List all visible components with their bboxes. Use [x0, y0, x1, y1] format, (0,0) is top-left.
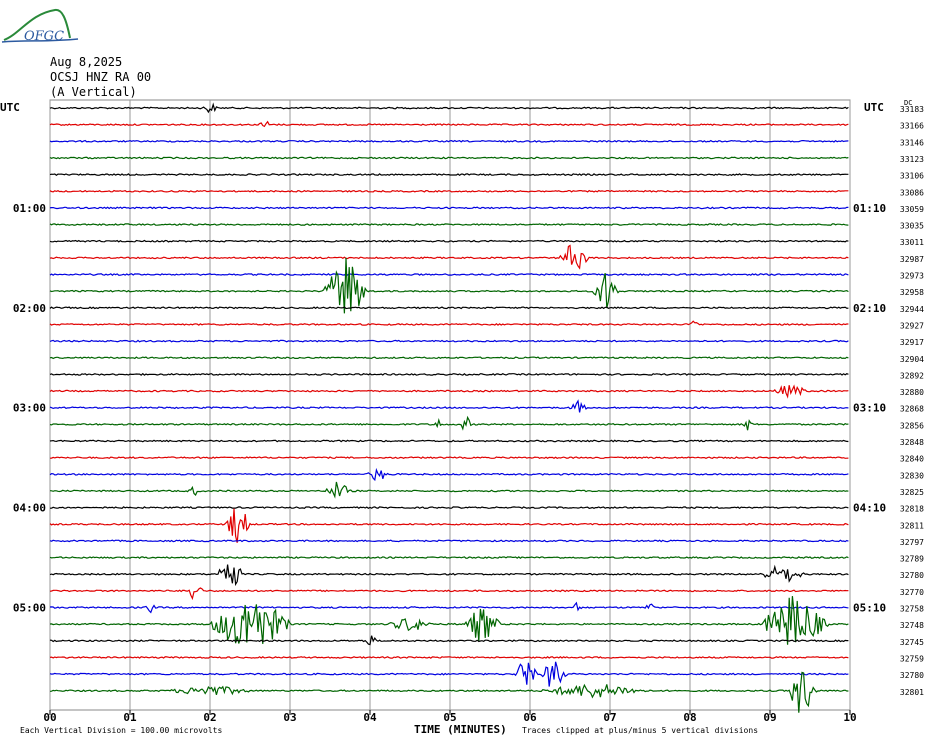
dc-offset-label: 32758: [900, 605, 924, 614]
right-time-label: 04:10: [853, 502, 886, 515]
seismic-trace: [49, 339, 849, 343]
seismic-trace: [49, 372, 849, 376]
dc-offset-label: 32770: [900, 588, 924, 597]
dc-offset-label: 32973: [900, 272, 924, 281]
seismic-trace: [49, 467, 849, 482]
seismic-trace: [49, 223, 849, 226]
left-time-label: 04:00: [13, 502, 46, 515]
seismic-trace: [49, 635, 849, 646]
logo-text: OFGC: [24, 29, 64, 44]
left-utc-label: UTC: [0, 101, 20, 114]
dc-offset-label: 33035: [900, 222, 924, 231]
dc-offset-label: 32745: [900, 638, 924, 647]
dc-offset-label: 32892: [900, 371, 924, 380]
dc-offset-label: 32848: [900, 438, 924, 447]
dc-offset-label: 32917: [900, 338, 924, 347]
x-tick-label: 04: [363, 711, 377, 724]
seismic-trace: [49, 173, 849, 177]
dc-offset-label: 32904: [900, 355, 924, 364]
x-tick-label: 01: [123, 711, 137, 724]
seismic-trace: [49, 596, 849, 645]
right-time-label: 03:10: [853, 402, 886, 415]
right-time-label: 01:10: [853, 202, 886, 215]
dc-offset-label: 33146: [900, 138, 924, 147]
x-tick-label: 06: [523, 711, 537, 724]
dc-offset-label: 33166: [900, 122, 924, 131]
dc-offset-label: 32880: [900, 388, 924, 397]
dc-offset-label: 32780: [900, 671, 924, 680]
seismic-trace: [49, 273, 849, 276]
dc-offset-label: 32818: [900, 505, 924, 514]
dc-offset-label: 32840: [900, 455, 924, 464]
seismic-trace: [49, 120, 849, 128]
seismic-trace: [49, 564, 849, 587]
dc-offset-label: 32987: [900, 255, 924, 264]
dc-offset-label: 32830: [900, 471, 924, 480]
x-tick-label: 08: [683, 711, 696, 724]
seismic-trace: [49, 206, 849, 210]
seismic-trace: [49, 356, 849, 360]
dc-offset-label: 32944: [900, 305, 924, 314]
left-time-label: 05:00: [13, 602, 46, 615]
dc-offset-label: 33106: [900, 172, 924, 181]
left-time-label: 02:00: [13, 302, 46, 315]
dc-offset-label: 32856: [900, 421, 924, 430]
dc-offset-label: 32801: [900, 688, 924, 697]
seismic-trace: [49, 320, 849, 326]
dc-offset-label: 33011: [900, 238, 924, 247]
dc-corner-label: DC: [904, 99, 912, 107]
seismic-trace: [49, 601, 849, 614]
seismic-trace: [49, 656, 849, 659]
seismic-trace: [49, 244, 849, 270]
seismic-trace: [49, 399, 849, 413]
dc-offset-label: 33059: [900, 205, 924, 214]
seismic-trace: [49, 439, 849, 443]
left-time-label: 01:00: [13, 202, 46, 215]
dc-offset-label: 32811: [900, 521, 924, 530]
x-axis-title: TIME (MINUTES): [414, 723, 507, 736]
seismic-trace: [49, 239, 849, 243]
left-time-label: 03:00: [13, 402, 46, 415]
x-tick-label: 10: [843, 711, 856, 724]
seismic-trace: [49, 384, 849, 399]
dc-offset-label: 32748: [900, 621, 924, 630]
dc-offset-label: 32759: [900, 654, 924, 663]
dc-offset-label: 33123: [900, 155, 924, 164]
dc-offset-label: 32825: [900, 488, 924, 497]
x-tick-label: 02: [203, 711, 216, 724]
seismic-trace: [49, 661, 849, 687]
seismic-trace: [49, 189, 849, 193]
x-tick-label: 07: [603, 711, 616, 724]
seismic-trace: [49, 156, 849, 160]
seismic-trace: [49, 671, 849, 713]
seismic-trace: [49, 539, 849, 543]
seismic-trace: [49, 481, 849, 499]
clip-note: Traces clipped at plus/minus 5 vertical …: [522, 726, 758, 735]
dc-offset-label: 32797: [900, 538, 924, 547]
seismic-trace: [49, 102, 849, 114]
dc-offset-label: 32789: [900, 555, 924, 564]
seismic-trace: [49, 139, 849, 143]
dc-offset-label: 33086: [900, 188, 924, 197]
dc-offset-label: 32780: [900, 571, 924, 580]
seismic-trace: [49, 556, 849, 559]
seismic-trace: [49, 415, 849, 431]
x-tick-label: 00: [43, 711, 56, 724]
seismic-trace: [49, 257, 849, 314]
seismic-trace: [50, 506, 849, 510]
x-tick-label: 09: [763, 711, 776, 724]
right-time-label: 05:10: [853, 602, 886, 615]
right-utc-label: UTC: [864, 101, 884, 114]
dc-offset-label: 32958: [900, 288, 924, 297]
helicorder-chart: OFGC 00 01 02 03 04 05 06 07 08 09 103318333166331…: [0, 29, 924, 736]
seismic-trace: [49, 508, 849, 543]
dc-offset-label: 32868: [900, 405, 924, 414]
right-time-label: 02:10: [853, 302, 886, 315]
scale-note: Each Vertical Division = 100.00 microvol…: [20, 726, 222, 735]
seismic-trace: [49, 456, 849, 460]
x-tick-label: 03: [283, 711, 296, 724]
seismic-trace: [49, 587, 849, 601]
dc-offset-label: 32927: [900, 321, 924, 330]
seismic-trace: [49, 306, 849, 310]
